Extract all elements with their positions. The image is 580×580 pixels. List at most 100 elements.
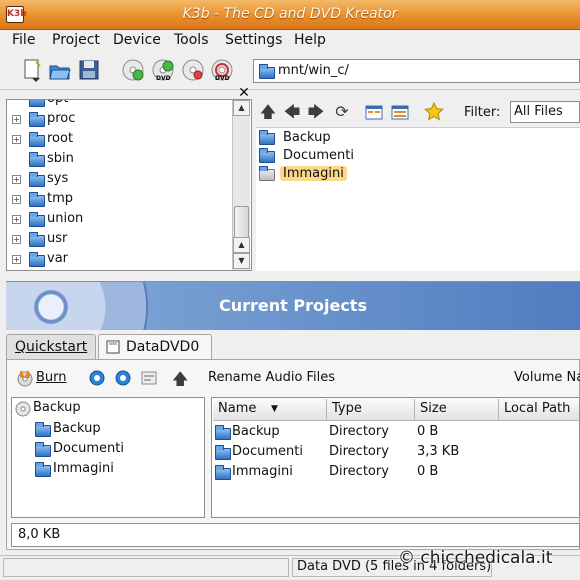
window-title: K3b - The CD and DVD Kreator [182, 6, 398, 22]
svg-text:DVD: DVD [156, 75, 171, 82]
folder-icon [215, 445, 231, 460]
table-cell-type: Directory [329, 464, 389, 479]
save-project-icon[interactable] [77, 58, 101, 82]
file-item-Documenti[interactable]: Documenti [256, 147, 576, 165]
table-cell-name[interactable]: Documenti [232, 444, 303, 459]
scroll-up-icon[interactable]: ▲ [233, 100, 250, 116]
file-item-Immagini[interactable]: Immagini [256, 165, 576, 183]
expand-icon[interactable]: + [12, 215, 21, 224]
rename-audio-files-button[interactable]: Rename Audio Files [208, 370, 335, 385]
menu-tools[interactable]: Tools [174, 32, 209, 48]
file-item-Backup[interactable]: Backup [256, 129, 576, 147]
tree-item-opt[interactable]: opt [7, 100, 237, 110]
column-header-name[interactable]: Name ▼ [213, 399, 327, 421]
folder-icon [35, 442, 51, 457]
title-bar: K3b K3b - The CD and DVD Kreator [0, 0, 580, 30]
forward-arrow-icon[interactable]: 🡆 [306, 102, 326, 122]
folder-icon [29, 192, 45, 207]
tree-item-label: var [47, 251, 69, 266]
table-cell-name[interactable]: Immagini [232, 464, 293, 479]
data-tree-item[interactable]: Backup [53, 421, 101, 436]
folder-icon [259, 166, 275, 181]
project-tabs: Quickstart DataDVD0 [6, 334, 580, 361]
data-tree-item[interactable]: Immagini [53, 461, 114, 476]
table-cell-size: 0 B [417, 464, 439, 479]
tree-item-label: opt [47, 100, 68, 106]
watermark: © chicchedicala.it [398, 548, 553, 568]
tree-item-root[interactable]: + root [7, 130, 237, 150]
tree-item-union[interactable]: + union [7, 210, 237, 230]
scroll-thumb[interactable] [234, 206, 249, 238]
folder-icon [35, 422, 51, 437]
current-projects-banner: Current Projects [6, 281, 580, 330]
folder-icon [259, 148, 275, 163]
tab-quickstart[interactable]: Quickstart [6, 334, 96, 360]
expand-icon[interactable]: + [12, 255, 21, 264]
back-arrow-icon[interactable]: 🡄 [282, 102, 302, 122]
tab-datadvd[interactable]: DataDVD0 [98, 334, 212, 361]
copy-cd-icon[interactable] [181, 58, 205, 82]
folder-icon [259, 130, 275, 145]
scroll-down-icon[interactable]: ▲ [233, 237, 250, 253]
menu-project[interactable]: Project [52, 32, 100, 48]
copy-dvd-icon[interactable]: DVD [210, 58, 234, 82]
open-project-icon[interactable] [48, 58, 72, 82]
project-file-table: Name ▼ Type Size Local Path Backup Directo… [211, 397, 580, 518]
expand-icon[interactable]: + [12, 195, 21, 204]
menu-settings[interactable]: Settings [225, 32, 282, 48]
tree-item-tmp[interactable]: + tmp [7, 190, 237, 210]
reload-icon[interactable]: ⟳ [332, 102, 352, 122]
folder-icon [29, 100, 45, 107]
tree-scrollbar[interactable]: ▲ ▲ ▼ [232, 100, 250, 270]
location-text: mnt/win_c/ [278, 63, 349, 78]
filter-label: Filter: [464, 105, 501, 120]
expand-icon[interactable]: + [12, 175, 21, 184]
location-bar[interactable]: mnt/win_c/ [253, 59, 580, 83]
folder-icon [29, 172, 45, 187]
project-data-tree: Backup Backup Documenti Immagini [11, 397, 205, 518]
short-view-icon[interactable] [364, 102, 384, 122]
tree-item-label: usr [47, 231, 68, 246]
directory-tree: opt + proc + root sbin + sys + tmp + union + usr + var [6, 99, 252, 271]
data-dvd-icon[interactable]: DVD [151, 58, 175, 82]
table-cell-type: Directory [329, 444, 389, 459]
menu-file[interactable]: File [12, 32, 35, 48]
project-size-display: 8,0 KB [11, 523, 580, 547]
expand-icon[interactable]: + [12, 115, 21, 124]
tree-item-label: sys [47, 171, 69, 186]
expand-icon[interactable]: + [12, 135, 21, 144]
data-tree-item[interactable]: Documenti [53, 441, 124, 456]
svg-text:DVD: DVD [215, 75, 230, 82]
tree-item-sys[interactable]: + sys [7, 170, 237, 190]
tree-root-label[interactable]: Backup [33, 400, 81, 415]
tree-item-sbin[interactable]: sbin [7, 150, 237, 170]
properties-icon[interactable] [140, 369, 158, 387]
folder-icon [215, 425, 231, 440]
up-arrow-icon[interactable]: 🡅 [172, 368, 190, 388]
table-cell-name[interactable]: Backup [232, 424, 280, 439]
audio-cd-icon[interactable] [121, 58, 145, 82]
filter-select[interactable]: All Files [510, 101, 580, 123]
new-project-icon[interactable] [20, 58, 44, 82]
expand-icon[interactable]: + [12, 235, 21, 244]
detailed-view-icon[interactable] [390, 102, 410, 122]
menu-device[interactable]: Device [113, 32, 161, 48]
scroll-down-icon[interactable]: ▼ [233, 253, 250, 269]
bookmark-star-icon[interactable] [424, 102, 444, 122]
tree-item-label: tmp [47, 191, 74, 206]
column-header-size[interactable]: Size [415, 399, 499, 421]
column-header-type[interactable]: Type [327, 399, 415, 421]
up-arrow-icon[interactable]: 🡅 [258, 102, 278, 122]
tree-item-label: sbin [47, 151, 74, 166]
tree-item-var[interactable]: + var [7, 250, 237, 270]
file-item-label: Documenti [283, 148, 354, 163]
add-files-icon[interactable] [88, 369, 106, 387]
table-cell-size: 3,3 KB [417, 444, 460, 459]
add-folder-icon[interactable] [114, 369, 132, 387]
close-icon[interactable]: ✕ [237, 86, 251, 100]
column-header-local-path[interactable]: Local Path [499, 399, 579, 421]
tree-item-proc[interactable]: + proc [7, 110, 237, 130]
tree-item-usr[interactable]: + usr [7, 230, 237, 250]
menu-help[interactable]: Help [294, 32, 326, 48]
tab-quickstart-label: Quickstart [15, 339, 88, 355]
